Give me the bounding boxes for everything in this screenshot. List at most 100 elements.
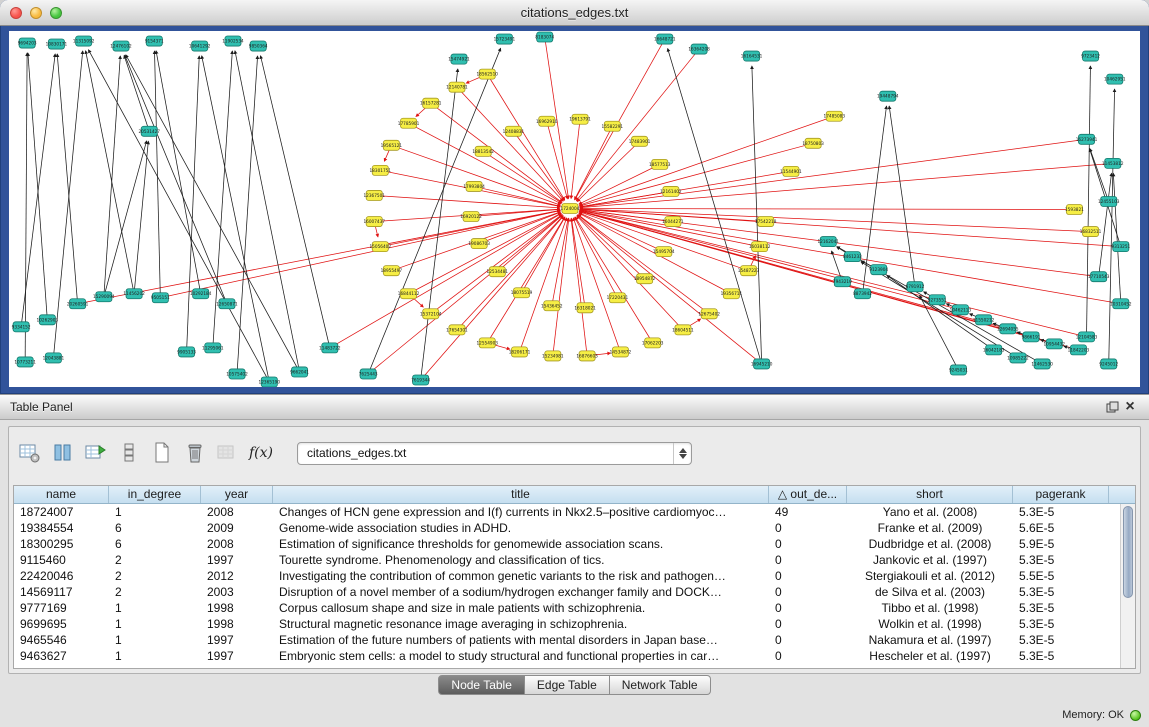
graph-node[interactable]: 9694203: [18, 38, 37, 48]
graph-node[interactable]: 12694055: [997, 324, 1019, 334]
graph-node[interactable]: 16876603: [576, 351, 598, 361]
graph-node[interactable]: 18075519: [511, 288, 533, 298]
float-panel-icon[interactable]: [1103, 399, 1121, 415]
graph-node[interactable]: 15474921: [448, 54, 470, 64]
graph-node[interactable]: 12104583: [1076, 332, 1098, 342]
show-columns-icon[interactable]: [50, 439, 76, 467]
graph-node[interactable]: 16044271: [662, 217, 684, 227]
tab-edge-table[interactable]: Edge Table: [525, 675, 610, 695]
table-row[interactable]: 911546021997Tourette syndrome. Phenomeno…: [14, 552, 1120, 568]
graph-node[interactable]: 16164531: [741, 51, 763, 61]
graph-node[interactable]: 16844112: [398, 289, 420, 299]
table-row[interactable]: 1938455462009Genome-wide association stu…: [14, 520, 1120, 536]
graph-node[interactable]: 16945210: [751, 359, 773, 369]
graph-node[interactable]: 17993804: [463, 181, 485, 191]
table-row[interactable]: 1830029562008Estimation of significance …: [14, 536, 1120, 552]
graph-node[interactable]: 15436452: [541, 301, 563, 311]
graph-node[interactable]: 10985222: [1007, 353, 1029, 363]
graph-node[interactable]: 12140781: [446, 82, 468, 92]
edit-table-icon[interactable]: [83, 439, 109, 467]
graph-node[interactable]: 19448794: [877, 91, 899, 101]
graph-node[interactable]: 12554903: [476, 338, 498, 348]
graph-node[interactable]: 16648721: [654, 34, 676, 44]
graph-node[interactable]: 18577513: [649, 159, 671, 169]
column-header-in_degree[interactable]: in_degree: [109, 486, 201, 503]
graph-node[interactable]: 16318021: [574, 303, 596, 313]
graph-node[interactable]: 8873942: [853, 289, 872, 299]
graph-node[interactable]: 12365190: [259, 377, 281, 387]
graph-node[interactable]: 1724004: [561, 203, 580, 213]
graph-node[interactable]: 16157281: [420, 98, 442, 108]
graph-node[interactable]: 10462113: [950, 305, 972, 315]
column-header-short[interactable]: short: [847, 486, 1013, 503]
vertical-scrollbar[interactable]: [1120, 504, 1135, 668]
graph-node[interactable]: 18750803: [802, 138, 824, 148]
graph-node[interactable]: 17654301: [446, 325, 468, 335]
graph-node[interactable]: 10462951: [1104, 74, 1126, 84]
graph-node[interactable]: 10773211: [14, 357, 36, 367]
close-panel-icon[interactable]: ×: [1121, 399, 1139, 415]
graph-node[interactable]: 18604511: [672, 325, 694, 335]
graph-node[interactable]: 18206171: [509, 347, 531, 357]
graph-node[interactable]: 14534872: [610, 347, 632, 357]
graph-node[interactable]: 8461233: [843, 252, 862, 262]
graph-node[interactable]: 15495704: [653, 247, 675, 257]
graph-node[interactable]: 16962910: [536, 116, 558, 126]
graph-node[interactable]: 17483901: [629, 136, 651, 146]
graph-node[interactable]: 16832511: [1080, 227, 1102, 237]
graph-node[interactable]: 12408831: [503, 126, 525, 136]
graph-node[interactable]: 9245031: [949, 365, 968, 375]
graph-node[interactable]: 9850364: [249, 41, 268, 51]
graph-node[interactable]: 17485083: [824, 111, 846, 121]
graph-node[interactable]: 10292184: [190, 289, 212, 299]
graph-node[interactable]: 11483722: [319, 343, 341, 353]
graph-node[interactable]: 12650871: [216, 299, 238, 309]
graph-node[interactable]: 16364208: [688, 44, 710, 54]
graph-node[interactable]: 16273941: [1076, 134, 1098, 144]
graph-node[interactable]: 18955497: [381, 266, 403, 276]
table-row[interactable]: 969969511998Structural magnetic resonanc…: [14, 616, 1120, 632]
graph-node[interactable]: 17220431: [607, 293, 629, 303]
graph-node[interactable]: 15372104: [420, 309, 442, 319]
graph-node[interactable]: 12161402: [660, 186, 682, 196]
graph-node[interactable]: 16007437: [363, 217, 385, 227]
graph-node[interactable]: 10575402: [226, 369, 248, 379]
rows-icon[interactable]: [116, 439, 142, 467]
table-row[interactable]: 946554611997Estimation of the future num…: [14, 632, 1120, 648]
graph-node[interactable]: 15487223: [738, 266, 760, 276]
scrollbar-thumb[interactable]: [1123, 506, 1133, 598]
graph-node[interactable]: 11544901: [780, 166, 802, 176]
graph-node[interactable]: 12675402: [698, 309, 720, 319]
graph-node[interactable]: 7619344: [411, 375, 430, 385]
graph-node[interactable]: 9505151: [151, 293, 170, 303]
graph-node[interactable]: 9273551: [928, 295, 947, 305]
graph-node[interactable]: 17062203: [642, 338, 664, 348]
graph-node[interactable]: 10641292: [189, 41, 211, 51]
graph-node[interactable]: 11902534: [222, 36, 244, 46]
table-row[interactable]: 977716911998Corpus callosum shape and si…: [14, 600, 1120, 616]
graph-node[interactable]: 16920122: [460, 212, 482, 222]
graph-node[interactable]: 9723412: [1081, 51, 1100, 61]
graph-node[interactable]: 11295061: [202, 343, 224, 353]
column-header-pagerank[interactable]: pagerank: [1013, 486, 1109, 503]
table-row[interactable]: 2242004622012Investigating the contribut…: [14, 568, 1120, 584]
graph-node[interactable]: 9905133: [177, 347, 196, 357]
graph-node[interactable]: 12476102: [110, 41, 132, 51]
graph-node[interactable]: 18301751: [370, 165, 392, 175]
network-canvas[interactable]: 1724004185625101214078116157281177859011…: [9, 31, 1140, 387]
graph-node[interactable]: 18813542: [472, 146, 494, 156]
graph-node[interactable]: 19356711: [721, 289, 743, 299]
graph-node[interactable]: 15290094: [93, 292, 115, 302]
graph-node[interactable]: 12367501: [363, 190, 385, 200]
column-header-title[interactable]: title: [273, 486, 769, 503]
graph-node[interactable]: 11456202: [123, 289, 145, 299]
graph-node[interactable]: 16042183: [983, 345, 1005, 355]
graph-node[interactable]: 9154371: [145, 36, 164, 46]
graph-node[interactable]: 8183074: [535, 32, 554, 42]
graph-node[interactable]: 15234981: [542, 351, 564, 361]
table-row[interactable]: 1456911722003Disruption of a novel membe…: [14, 584, 1120, 600]
graph-node[interactable]: 9662041: [290, 367, 309, 377]
graph-node[interactable]: 7943210: [833, 277, 852, 287]
graph-node[interactable]: 6791912: [906, 282, 925, 292]
graph-node[interactable]: 9313251: [1111, 242, 1130, 252]
